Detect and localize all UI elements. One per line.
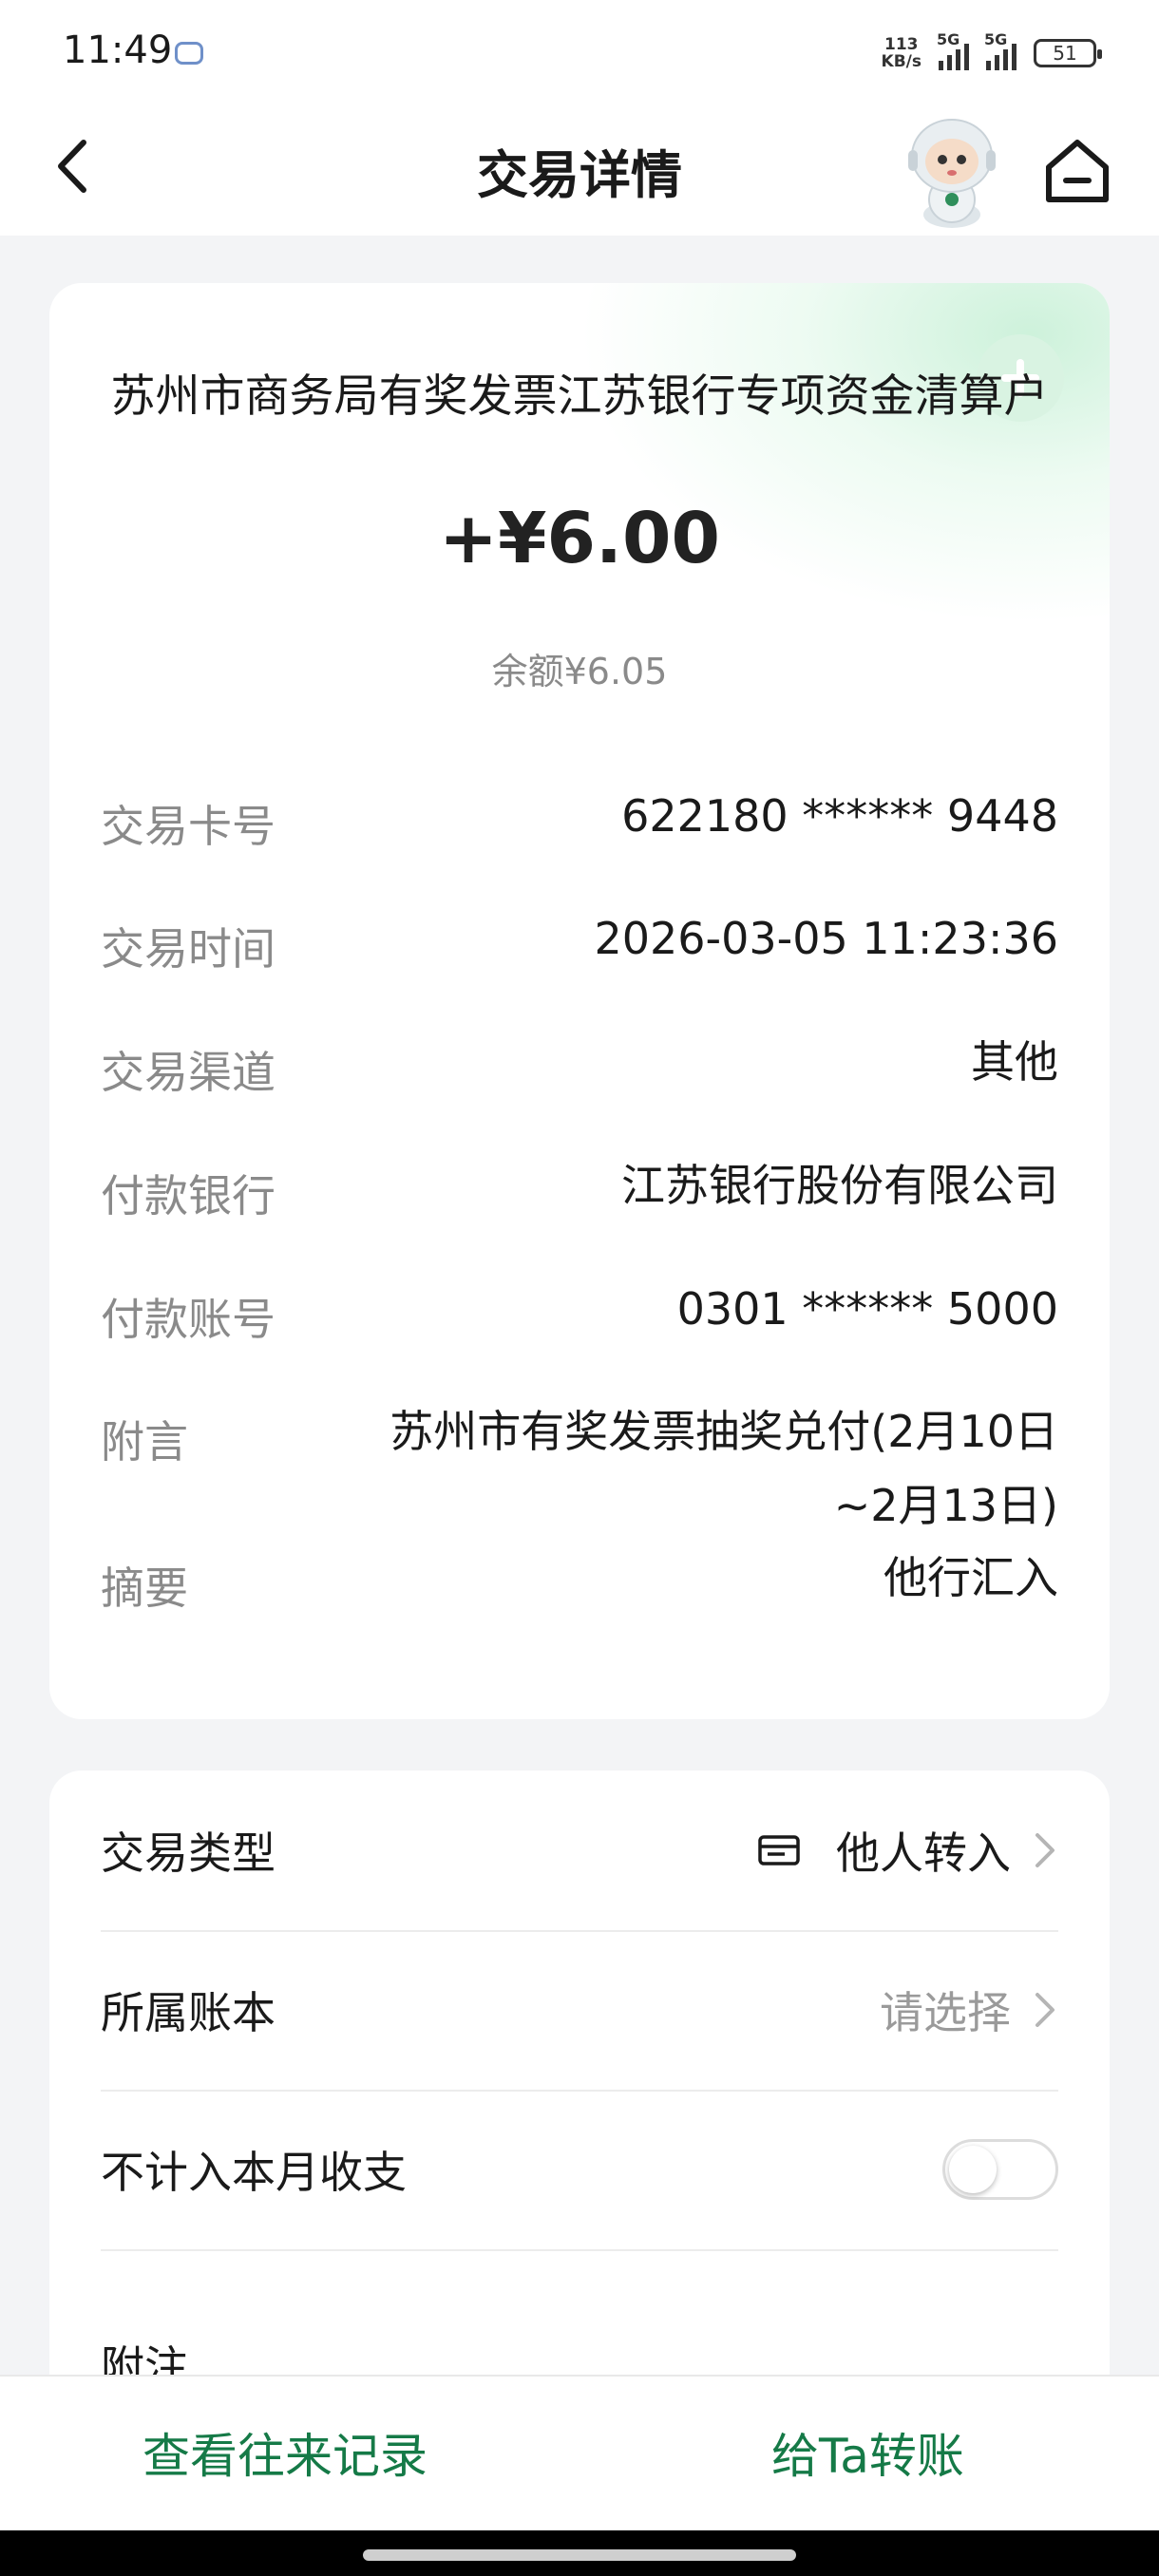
chevron-right-icon <box>1036 1833 1054 1867</box>
detail-row-time: 交易时间 2026-03-05 11:23:36 <box>101 913 1058 977</box>
transfer-to-ta-button[interactable]: 给Ta转账 <box>771 2418 964 2487</box>
page-header: 交易详情 <box>0 104 1159 236</box>
transfer-type-icon <box>758 1835 800 1866</box>
signal-2-label: 5G <box>984 30 1008 48</box>
system-nav-bar <box>0 2530 1159 2576</box>
transaction-card: 苏州市商务局有奖发票江苏银行专项资金清算户 +¥6.00 余额¥6.05 交易卡… <box>49 283 1110 1719</box>
network-speed: 113 KB/s <box>882 36 922 70</box>
ledger-value: 请选择 <box>880 1987 1011 2038</box>
detail-label: 付款账号 <box>101 1294 276 1345</box>
ledger-row[interactable]: 所属账本 请选择 <box>101 1930 1058 2092</box>
signal-1-label: 5G <box>937 30 960 48</box>
status-bar: 11:49 113 KB/s 5G 5G 51 <box>0 0 1159 104</box>
detail-row-payer-bank: 付款银行 江苏银行股份有限公司 <box>101 1160 1058 1224</box>
network-speed-value: 113 <box>884 35 919 54</box>
network-speed-unit: KB/s <box>881 52 922 71</box>
detail-row-summary: 摘要 他行汇入 <box>101 1552 1058 1617</box>
detail-value: 其他 <box>971 1036 1058 1088</box>
status-time: 11:49 <box>63 28 173 72</box>
detail-label: 付款银行 <box>101 1170 276 1222</box>
transaction-type-row[interactable]: 交易类型 他人转入 <box>101 1771 1058 1932</box>
detail-value: 2026-03-05 11:23:36 <box>594 913 1058 964</box>
account-balance: 余额¥6.05 <box>491 651 668 692</box>
detail-row-channel: 交易渠道 其他 <box>101 1036 1058 1101</box>
message-notification-icon <box>175 42 203 65</box>
detail-label: 交易渠道 <box>101 1047 276 1098</box>
astronaut-mascot-icon[interactable] <box>897 112 1007 230</box>
status-indicators: 113 KB/s 5G 5G 51 <box>882 30 1102 74</box>
home-icon <box>1046 140 1109 202</box>
ledger-label: 所属账本 <box>101 1987 276 2038</box>
exclude-monthly-row: 不计入本月收支 <box>101 2090 1058 2251</box>
bottom-action-bar: 查看往来记录 给Ta转账 <box>0 2375 1159 2530</box>
transaction-amount: +¥6.00 <box>438 498 721 579</box>
battery-icon: 51 <box>1034 39 1102 67</box>
detail-row-payer-account: 付款账号 0301 ****** 5000 <box>101 1283 1058 1348</box>
exclude-monthly-label: 不计入本月收支 <box>101 2147 407 2198</box>
detail-value: 江苏银行股份有限公司 <box>621 1160 1058 1211</box>
view-history-button[interactable]: 查看往来记录 <box>142 2418 428 2487</box>
detail-label: 摘要 <box>101 1563 188 1614</box>
detail-label: 附言 <box>101 1416 188 1468</box>
chevron-right-icon <box>1036 1993 1054 2027</box>
detail-value: 0301 ****** 5000 <box>676 1283 1058 1335</box>
signal-1-icon: 5G <box>937 30 969 70</box>
detail-value: 苏州市有奖发票抽奖兑付(2月10日~2月13日) <box>390 1406 1058 1531</box>
home-button[interactable] <box>1039 133 1115 209</box>
detail-value: 他行汇入 <box>884 1552 1058 1603</box>
home-indicator[interactable] <box>363 2549 796 2561</box>
exclude-monthly-toggle[interactable] <box>942 2139 1058 2200</box>
signal-2-icon: 5G <box>984 30 1016 70</box>
toggle-knob <box>949 2146 997 2193</box>
detail-value: 622180 ****** 9448 <box>621 790 1058 842</box>
detail-label: 交易时间 <box>101 923 276 975</box>
counterparty-name: 苏州市商务局有奖发票江苏银行专项资金清算户 <box>110 370 1049 423</box>
detail-row-card-number: 交易卡号 622180 ****** 9448 <box>101 790 1058 855</box>
detail-row-memo: 附言 苏州市有奖发票抽奖兑付(2月10日~2月13日) <box>101 1406 1058 1543</box>
detail-label: 交易卡号 <box>101 801 276 852</box>
transaction-type-value: 他人转入 <box>836 1828 1011 1879</box>
transaction-type-label: 交易类型 <box>101 1828 276 1879</box>
